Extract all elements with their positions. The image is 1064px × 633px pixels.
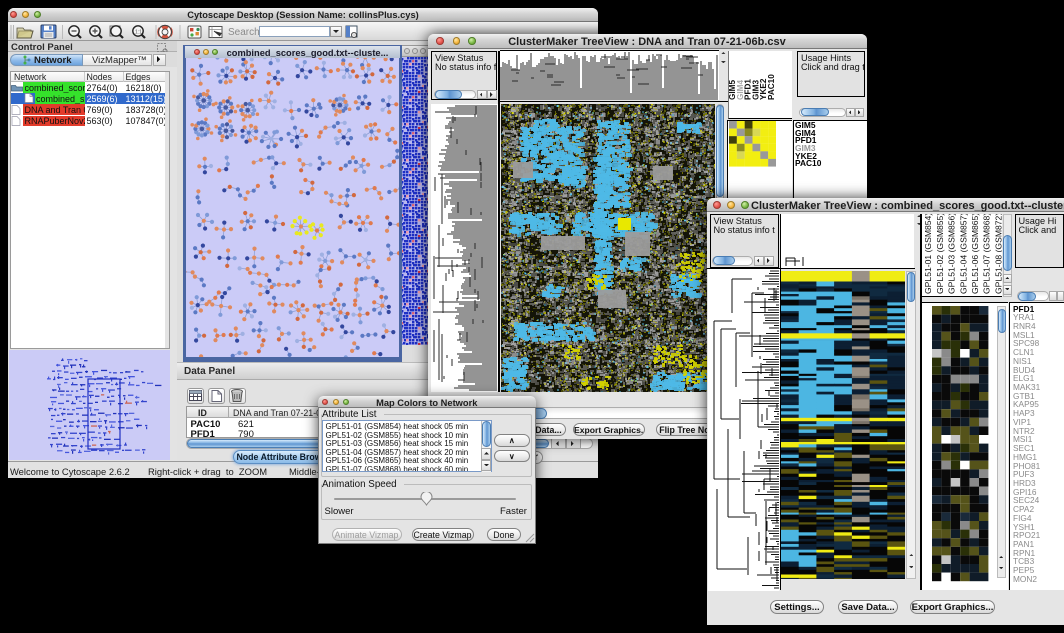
svg-text:GPL51-01 (GSM854): GPL51-01 (GSM854)	[923, 214, 933, 294]
svg-text:GPL51-02 (GSM855): GPL51-02 (GSM855)	[934, 214, 944, 294]
svg-text:GPL51-08 (GSM872): GPL51-08 (GSM872)	[993, 214, 1002, 294]
svg-text:PAC10: PAC10	[767, 73, 776, 99]
svg-text:GPL51-03 (GSM856): GPL51-03 (GSM856)	[946, 214, 956, 294]
svg-text:1:1: 1:1	[135, 30, 142, 36]
svg-text:GPL51-06 (GSM865): GPL51-06 (GSM865)	[970, 214, 980, 294]
svg-text:GPL51-07 (GSM868): GPL51-07 (GSM868)	[981, 214, 991, 294]
svg-text:GPL51-04 (GSM857): GPL51-04 (GSM857)	[958, 214, 968, 294]
